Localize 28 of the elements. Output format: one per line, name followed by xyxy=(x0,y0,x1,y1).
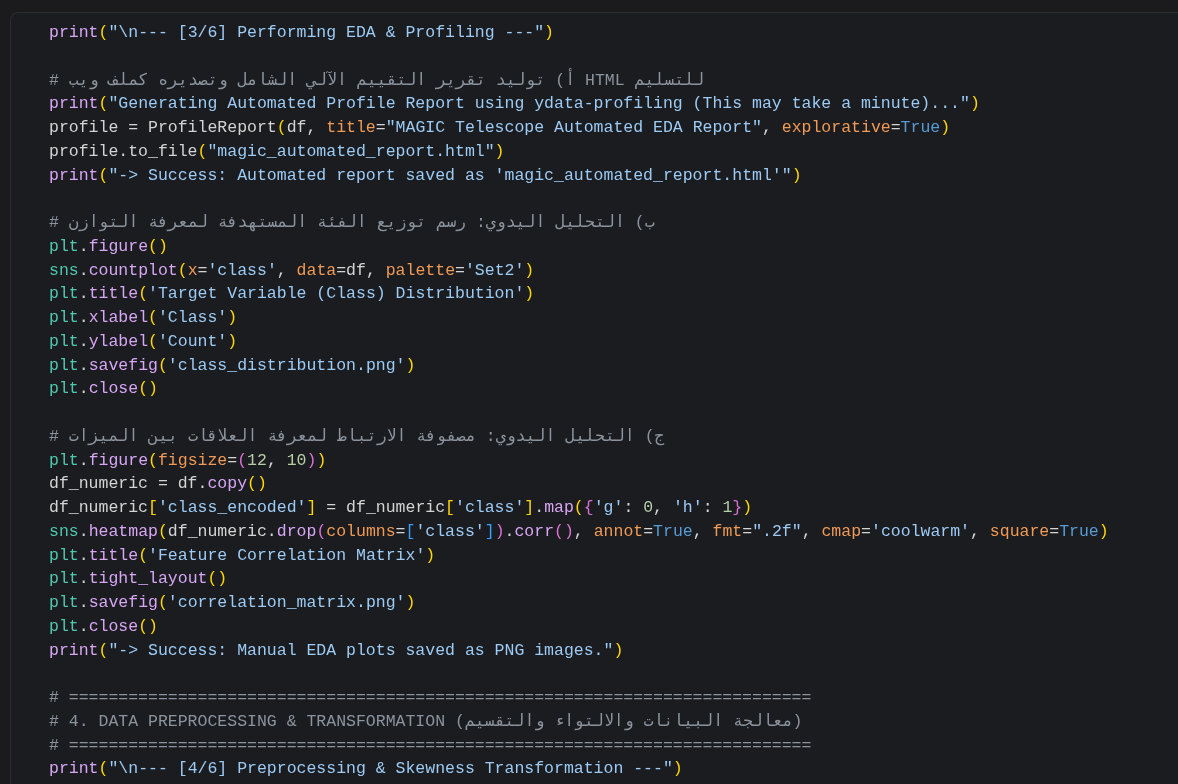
code-line: print("\n--- [3/6] Performing EDA & Profiling ---") xyxy=(49,22,554,44)
code-comment: # ج) التحليل اليدوي: مصفوفة الارتباط لمعرفة العلاقات بين الميزات xyxy=(49,425,665,448)
code-comment: # ب) التحليل اليدوي: رسم توزيع الفئة المستهدفة لمعرفة التوازن xyxy=(49,212,655,234)
code-line: print("Generating Automated Profile Report using ydata-profiling (This may take a minute)...") xyxy=(49,93,980,116)
code-line: plt.figure() xyxy=(49,235,168,258)
code-line: print("-> Success: Automated report saved as 'magic_automated_report.html'") xyxy=(49,164,802,187)
code-line: profile = ProfileReport(df, title="MAGIC Telescope Automated EDA Report", explorative=True) xyxy=(49,117,951,139)
code-line: plt.close() xyxy=(49,378,158,401)
code-line: print("-> Success: Manual EDA plots saved as PNG images.") xyxy=(49,639,624,662)
code-line: profile.to_file("magic_automated_report.html") xyxy=(49,140,505,163)
code-line: df_numeric['class_encoded'] = df_numeric['class'].map({'g': 0, 'h': 1}) xyxy=(49,497,753,519)
code-line: plt.savefig('correlation_matrix.png') xyxy=(49,592,416,614)
code-line: plt.ylabel('Count') xyxy=(49,330,238,353)
code-line: sns.countplot(x='class', data=df, palette='Set2') xyxy=(49,259,535,282)
code-line: df_numeric = df.copy() xyxy=(49,473,267,496)
code-line: plt.tight_layout() xyxy=(49,568,228,591)
code-comment: # أ) توليد تقرير التقييم الآلي الشامل وتصديره كملف ويب HTML للتسليم xyxy=(49,68,705,92)
code-line: plt.xlabel('Class') xyxy=(49,307,238,329)
code-line: sns.heatmap(df_numeric.drop(columns=['class']).corr(), annot=True, fmt=".2f", cmap='coolwarm', square=True) xyxy=(49,520,1109,543)
code-line: plt.savefig('class_distribution.png') xyxy=(49,354,416,377)
code-line: print("\n--- [4/6] Preprocessing & Skewness Transformation ---") xyxy=(49,758,683,781)
code-line: plt.title('Feature Correlation Matrix') xyxy=(49,544,436,567)
code-line: plt.title('Target Variable (Class) Distribution') xyxy=(49,283,535,306)
code-line: plt.close() xyxy=(49,615,158,638)
code-comment: # 4. DATA PREPROCESSING & TRANSFORMATION (معالجة البيانات والالتواء والتقسيم) xyxy=(49,710,803,733)
code-comment: # =========================================================================== xyxy=(49,687,812,709)
code-line: plt.figure(figsize=(12, 10)) xyxy=(49,449,327,472)
code-comment: # =========================================================================== xyxy=(49,734,812,757)
